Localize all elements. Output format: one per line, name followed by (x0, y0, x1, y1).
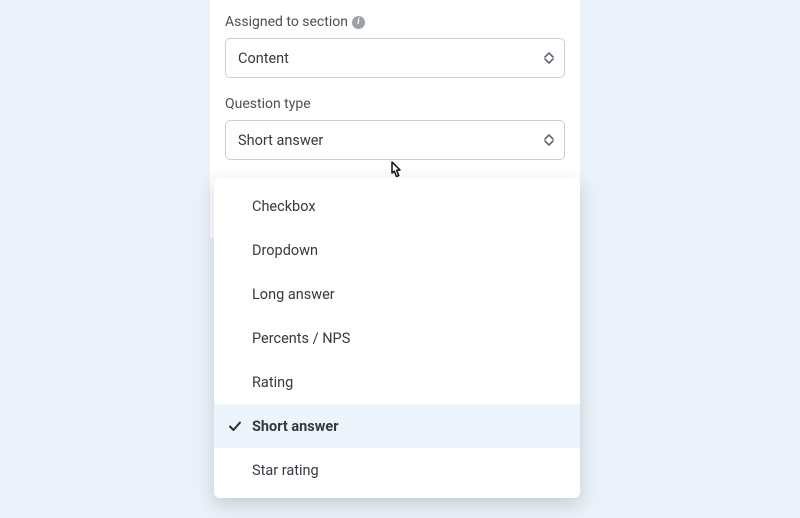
dropdown-option-label: Short answer (252, 418, 339, 435)
dropdown-option[interactable]: Rating (214, 360, 580, 404)
dropdown-option[interactable]: Short answer (214, 404, 580, 448)
select-arrows-icon (544, 52, 554, 64)
question-type-field: Question type Short answer (225, 96, 565, 160)
question-type-label-row: Question type (225, 96, 565, 112)
check-slot (228, 419, 252, 433)
dropdown-option[interactable]: Checkbox (214, 184, 580, 228)
question-type-value: Short answer (238, 132, 323, 149)
dropdown-option-label: Checkbox (252, 198, 316, 215)
assigned-section-value: Content (238, 50, 289, 67)
assigned-section-select[interactable]: Content (225, 38, 565, 78)
assigned-section-label-row: Assigned to section i (225, 14, 565, 30)
info-icon[interactable]: i (352, 16, 365, 29)
dropdown-option[interactable]: Percents / NPS (214, 316, 580, 360)
dropdown-option-label: Long answer (252, 286, 335, 303)
assigned-section-field: Assigned to section i Content (225, 14, 565, 78)
assigned-section-label: Assigned to section (225, 14, 348, 30)
dropdown-option[interactable]: Star rating (214, 448, 580, 492)
dropdown-option-label: Percents / NPS (252, 330, 350, 347)
dropdown-option[interactable]: Dropdown (214, 228, 580, 272)
dropdown-option[interactable]: Long answer (214, 272, 580, 316)
select-arrows-icon (544, 134, 554, 146)
question-type-dropdown: Checkbox Dropdown Long answer Percents / NP… (214, 178, 580, 498)
question-type-select[interactable]: Short answer (225, 120, 565, 160)
dropdown-option-label: Rating (252, 374, 293, 391)
question-type-label: Question type (225, 96, 311, 112)
dropdown-option-label: Dropdown (252, 242, 318, 259)
dropdown-option-label: Star rating (252, 462, 319, 479)
check-icon (228, 419, 242, 433)
